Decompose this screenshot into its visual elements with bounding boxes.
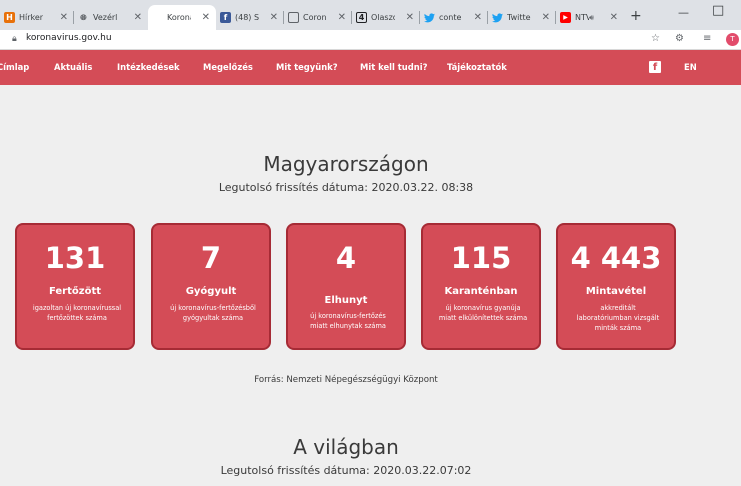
- tab-label: Korona: [167, 13, 191, 22]
- language-switch[interactable]: EN: [684, 62, 697, 72]
- profile-avatar[interactable]: T: [726, 33, 739, 46]
- tab-hirkereso[interactable]: H Hírkere ✕: [0, 5, 74, 30]
- address-bar: 🔒︎ koronavirus.gov.hu ☆ ⚙ ≡ T: [0, 30, 741, 50]
- nav-mit-kell-tudni[interactable]: Mit kell tudni?: [360, 62, 427, 72]
- maximize-button[interactable]: □: [712, 3, 724, 18]
- tab-twitter[interactable]: Twitter ✕: [488, 5, 556, 30]
- nav-aktualis[interactable]: Aktuális: [54, 62, 92, 72]
- nav-tajekoztatok[interactable]: Tájékoztatók: [447, 62, 507, 72]
- close-tab-icon[interactable]: ✕: [60, 12, 68, 23]
- extension-icon[interactable]: ⚙: [675, 33, 684, 44]
- tab-strip: H Hírkere ✕ 🌐︎ Vezérlő ✕ Korona ✕ f (48)…: [0, 0, 741, 30]
- recovered-value: 7: [200, 241, 222, 275]
- tab-vezerlo[interactable]: 🌐︎ Vezérlő ✕: [74, 5, 148, 30]
- infected-value: 131: [44, 241, 106, 275]
- koronavirus-favicon-icon: [152, 12, 163, 23]
- minimize-button[interactable]: —: [678, 6, 689, 19]
- tab-label: NTV: [575, 13, 589, 22]
- document-icon: [288, 12, 299, 23]
- close-tab-icon[interactable]: ✕: [542, 12, 550, 23]
- tab-label: Twitter: [507, 13, 531, 22]
- recovered-desc: új koronavírus-fertőzésből gyógyultak sz…: [170, 304, 256, 322]
- card-recovered: 7 Gyógyult új koronavírus-fertőzésből gy…: [151, 223, 271, 350]
- audio-playing-icon[interactable]: 🔊︎: [589, 13, 594, 23]
- facebook-favicon-icon: f: [220, 12, 231, 23]
- nav-cimlap[interactable]: Címlap: [0, 62, 29, 72]
- infected-label: Fertőzött: [48, 286, 102, 297]
- source-note: Forrás: Nemzeti Népegészségügyi Központ: [254, 375, 438, 385]
- recovered-label: Gyógyult: [185, 286, 237, 297]
- facebook-icon[interactable]: f: [649, 61, 661, 73]
- samples-label: Mintavétel: [585, 286, 647, 297]
- world-heading: A világban: [293, 435, 399, 459]
- reading-list-icon[interactable]: ≡: [703, 33, 711, 44]
- twitter-icon: [492, 12, 503, 23]
- close-tab-icon[interactable]: ✕: [610, 12, 618, 23]
- bookmark-star-icon[interactable]: ☆: [651, 33, 660, 44]
- site-navigation: Címlap Aktuális Intézkedések Megelőzés M…: [0, 50, 741, 85]
- tab-label: Hírkere: [19, 13, 43, 22]
- card-quarantine: 115 Karanténban új koronavírus gyanúja m…: [421, 223, 541, 350]
- quarantine-desc: új koronavírus gyanúja miatt elkülönítet…: [438, 304, 528, 322]
- hungary-updated: Legutolsó frissítés dátuma: 2020.03.22. …: [218, 181, 474, 194]
- globe-icon: 🌐︎: [80, 12, 87, 22]
- close-tab-icon[interactable]: ✕: [270, 12, 278, 23]
- lock-icon[interactable]: 🔒︎: [12, 34, 17, 44]
- card-infected: 131 Fertőzött igazoltan új koronavírussa…: [15, 223, 135, 350]
- deceased-desc: új koronavírus-fertőzés miatt elhunytak …: [310, 312, 386, 330]
- world-updated: Legutolsó frissítés dátuma: 2020.03.22.0…: [220, 464, 472, 477]
- tab-koronavirus[interactable]: Korona ✕: [148, 5, 216, 30]
- nav-intezkedesek[interactable]: Intézkedések: [117, 62, 180, 72]
- samples-desc: akkreditált laboratóriumban vizsgált min…: [576, 304, 660, 332]
- card-deceased: 4 Elhunyt új koronavírus-fertőzés miatt …: [286, 223, 406, 350]
- tab-olaszorszag[interactable]: 4 Olaszor ✕: [352, 5, 420, 30]
- url-field[interactable]: koronavirus.gov.hu: [26, 33, 112, 43]
- tab-label: Corona: [303, 13, 327, 22]
- tab-corona[interactable]: Corona ✕: [284, 5, 352, 30]
- tab-label: (48) Szi: [235, 13, 259, 22]
- close-tab-icon[interactable]: ✕: [406, 12, 414, 23]
- twitter-icon: [424, 12, 435, 23]
- close-tab-icon[interactable]: ✕: [474, 12, 482, 23]
- tab-label: Olaszor: [371, 13, 395, 22]
- hungary-heading: Magyarországon: [263, 152, 429, 176]
- infected-desc: igazoltan új koronavírussal fertőzöttek …: [32, 304, 122, 322]
- card-samples: 4 443 Mintavétel akkreditált laboratóriu…: [556, 223, 676, 350]
- hirkereso-favicon-icon: H: [4, 12, 15, 23]
- close-tab-icon[interactable]: ✕: [134, 12, 142, 23]
- close-tab-icon[interactable]: ✕: [338, 12, 346, 23]
- nav-megelozes[interactable]: Megelőzés: [203, 62, 253, 72]
- deceased-label: Elhunyt: [324, 295, 368, 306]
- quarantine-label: Karanténban: [444, 286, 518, 297]
- nav-mit-tegyunk[interactable]: Mit tegyünk?: [276, 62, 338, 72]
- close-tab-icon[interactable]: ✕: [202, 12, 210, 23]
- tab-facebook[interactable]: f (48) Szi ✕: [216, 5, 284, 30]
- 444-favicon-icon: 4: [356, 12, 367, 23]
- tab-conte-twitter[interactable]: conte ✕: [420, 5, 488, 30]
- youtube-icon: ▶: [560, 12, 571, 23]
- samples-value: 4 443: [570, 241, 662, 275]
- deceased-value: 4: [335, 241, 357, 275]
- tab-label: Vezérlő: [93, 13, 117, 22]
- tab-label: conte: [439, 13, 462, 22]
- tab-ntv[interactable]: ▶ NTV 🔊︎ ✕: [556, 5, 624, 30]
- quarantine-value: 115: [450, 241, 512, 275]
- new-tab-button[interactable]: +: [630, 8, 642, 24]
